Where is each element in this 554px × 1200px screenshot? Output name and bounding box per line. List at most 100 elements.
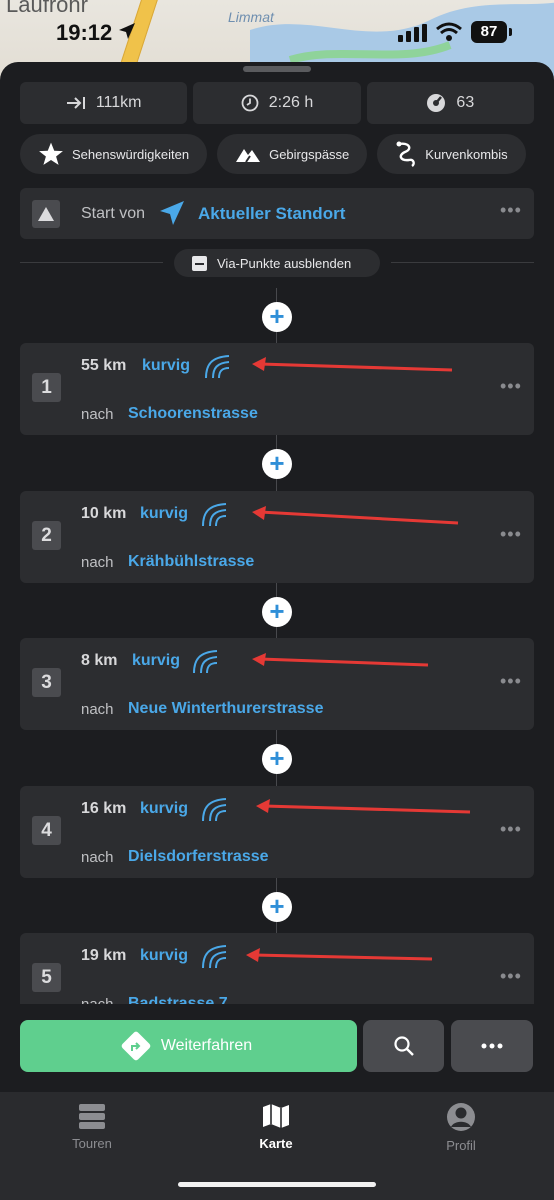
segment-destination[interactable]: Neue Winterthurerstrasse xyxy=(128,700,323,718)
curvy-road-icon xyxy=(202,798,227,822)
action-bar: Weiterfahren xyxy=(0,1004,554,1094)
start-point-card[interactable]: Start von Aktueller Standort ••• xyxy=(20,188,534,239)
start-value[interactable]: Aktueller Standort xyxy=(198,204,345,224)
segment-more-icon[interactable]: ••• xyxy=(500,524,522,545)
chip-curve-combos-label: Kurvenkombis xyxy=(425,146,508,162)
segment-more-icon[interactable]: ••• xyxy=(500,376,522,397)
route-stats: 111km 2:26 h 63 xyxy=(20,82,534,124)
chip-sights[interactable]: Sehenswürdigkeiten xyxy=(20,134,208,174)
status-bar: 19:12 87 xyxy=(0,0,554,64)
segment-type[interactable]: kurvig xyxy=(132,652,180,670)
status-time: 19:12 xyxy=(56,20,113,45)
distance-icon xyxy=(66,97,85,109)
annotation-arrow xyxy=(252,653,429,667)
stat-duration: 2:26 h xyxy=(193,82,361,124)
add-waypoint-button[interactable]: + xyxy=(262,744,292,774)
segment-destination[interactable]: Schoorenstrasse xyxy=(128,405,258,423)
segment-number: 3 xyxy=(32,668,61,697)
add-waypoint-button[interactable]: + xyxy=(262,597,292,627)
segment-number: 4 xyxy=(32,816,61,845)
route-sheet: 111km 2:26 h 63 Sehenswürdigkeiten Gebir… xyxy=(0,62,554,1200)
annotation-arrow xyxy=(246,948,433,962)
chip-mountain-passes-label: Gebirgspässe xyxy=(269,146,350,162)
curvy-road-icon xyxy=(205,355,230,379)
tab-touren[interactable]: Touren xyxy=(37,1102,147,1151)
segment-more-icon[interactable]: ••• xyxy=(500,966,522,987)
profile-avatar-icon xyxy=(447,1103,475,1131)
tab-touren-label: Touren xyxy=(72,1136,112,1151)
minus-checkbox-icon xyxy=(192,255,207,271)
add-waypoint-button[interactable]: + xyxy=(262,892,292,922)
start-label: Start von xyxy=(81,205,146,222)
segment-distance: 10 km xyxy=(81,505,127,522)
via-points-toggle[interactable]: Via-Punkte ausblenden xyxy=(174,249,380,277)
segment-more-icon[interactable]: ••• xyxy=(500,671,522,692)
search-icon xyxy=(393,1036,414,1056)
continue-ride-button[interactable]: Weiterfahren xyxy=(20,1020,357,1072)
wifi-icon xyxy=(436,22,462,41)
battery-level: 87 xyxy=(471,21,507,43)
segment-destination[interactable]: Dielsdorferstrasse xyxy=(128,848,269,866)
more-options-button[interactable] xyxy=(451,1020,533,1072)
segment-number: 5 xyxy=(32,963,61,992)
segment-distance: 8 km xyxy=(81,652,118,669)
continue-ride-label: Weiterfahren xyxy=(160,1037,253,1054)
triangle-start-icon xyxy=(38,207,54,221)
via-divider-right xyxy=(391,262,534,263)
start-more-icon[interactable]: ••• xyxy=(500,200,522,221)
segment-type[interactable]: kurvig xyxy=(140,800,188,818)
segment-distance: 16 km xyxy=(81,800,127,817)
chip-mountain-passes[interactable]: Gebirgspässe xyxy=(217,134,368,174)
segment-type[interactable]: kurvig xyxy=(140,505,188,523)
map-icon xyxy=(263,1104,289,1128)
clock-icon xyxy=(241,94,259,112)
curvy-road-icon xyxy=(202,945,227,969)
segment-prefix: nach xyxy=(81,701,114,718)
star-icon xyxy=(39,142,63,165)
tab-profil-label: Profil xyxy=(446,1138,476,1153)
segment-number: 2 xyxy=(32,521,61,550)
segment-prefix: nach xyxy=(81,849,114,866)
mountain-pass-icon xyxy=(236,149,261,163)
via-points-toggle-label: Via-Punkte ausblenden xyxy=(217,255,352,271)
cellular-signal-icon xyxy=(398,24,427,42)
segment-type[interactable]: kurvig xyxy=(140,947,188,965)
stat-curviness: 63 xyxy=(366,82,534,124)
segment-distance: 19 km xyxy=(81,947,127,964)
chip-curve-combos[interactable]: Kurvenkombis xyxy=(377,134,526,174)
battery-icon xyxy=(509,28,512,36)
tab-profil[interactable]: Profil xyxy=(406,1102,516,1153)
segment-distance: 55 km xyxy=(81,357,127,374)
segment-destination[interactable]: Krähbühlstrasse xyxy=(128,553,254,571)
via-divider-left xyxy=(20,262,163,263)
filter-chips: Sehenswürdigkeiten Gebirgspässe Kurvenko… xyxy=(20,134,554,174)
segment-more-icon[interactable]: ••• xyxy=(500,819,522,840)
navigation-arrow-icon xyxy=(160,201,184,225)
start-marker xyxy=(32,200,60,228)
tab-karte[interactable]: Karte xyxy=(221,1102,331,1151)
search-button[interactable] xyxy=(363,1020,444,1072)
curvy-road-icon xyxy=(202,503,227,527)
segment-prefix: nach xyxy=(81,554,114,571)
tab-karte-label: Karte xyxy=(259,1136,293,1151)
annotation-arrow xyxy=(252,506,459,525)
add-waypoint-button[interactable]: + xyxy=(262,449,292,479)
more-dots-icon xyxy=(481,1043,503,1049)
tours-stack-icon xyxy=(79,1104,105,1129)
location-arrow-icon xyxy=(119,23,135,39)
stat-distance: 111km xyxy=(20,82,188,124)
curve-combo-icon xyxy=(396,141,416,167)
sheet-grabber[interactable] xyxy=(243,66,311,72)
stat-duration-value: 2:26 h xyxy=(268,94,314,111)
route-turn-icon xyxy=(120,1030,152,1062)
segment-number: 1 xyxy=(32,373,61,402)
segment-type[interactable]: kurvig xyxy=(142,357,190,375)
chip-sights-label: Sehenswürdigkeiten xyxy=(72,146,190,162)
add-waypoint-button[interactable]: + xyxy=(262,302,292,332)
segment-prefix: nach xyxy=(81,406,114,423)
curviness-gauge-icon xyxy=(427,94,446,112)
curvy-road-icon xyxy=(193,650,218,674)
home-indicator[interactable] xyxy=(178,1182,376,1187)
annotation-arrow xyxy=(256,799,471,814)
stat-distance-value: 111km xyxy=(95,94,142,111)
